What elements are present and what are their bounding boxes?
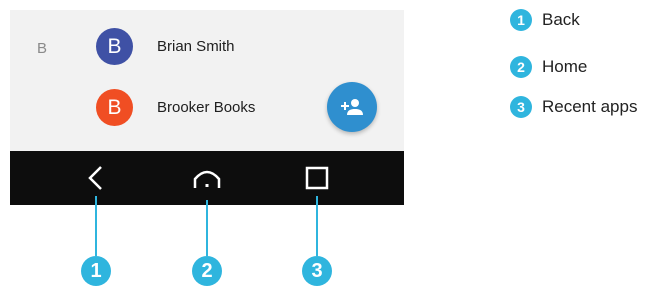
back-icon <box>88 166 102 190</box>
recent-apps-button[interactable] <box>300 161 334 195</box>
callout-line-back <box>95 196 97 256</box>
back-button[interactable] <box>79 161 113 195</box>
legend-label: Recent apps <box>542 97 638 116</box>
callout-line-home <box>206 200 208 256</box>
callout-badge-back: 1 <box>81 256 111 286</box>
callout-badge-home: 2 <box>192 256 222 286</box>
home-button[interactable] <box>190 161 224 195</box>
contact-name: Brooker Books <box>157 99 256 116</box>
add-contact-icon <box>341 99 363 115</box>
callout-badge-recent: 3 <box>302 256 332 286</box>
legend-badge: 1 <box>510 9 532 31</box>
legend-badge: 2 <box>510 56 532 78</box>
contact-list: B B Brian Smith B Brooker Books <box>10 10 404 151</box>
legend-label: Home <box>542 57 588 76</box>
avatar: B <box>96 89 133 126</box>
phone-screen: B B Brian Smith B Brooker Books <box>10 10 404 205</box>
add-contact-button[interactable] <box>327 82 377 132</box>
contact-row[interactable]: B Brian Smith <box>10 18 404 74</box>
contact-name: Brian Smith <box>157 38 235 55</box>
recent-apps-icon <box>305 166 329 190</box>
home-icon <box>193 170 221 188</box>
legend-label: Back <box>542 10 580 29</box>
callout-line-recent <box>316 196 318 256</box>
navigation-bar <box>10 151 404 205</box>
legend-badge: 3 <box>510 96 532 118</box>
avatar: B <box>96 28 133 65</box>
